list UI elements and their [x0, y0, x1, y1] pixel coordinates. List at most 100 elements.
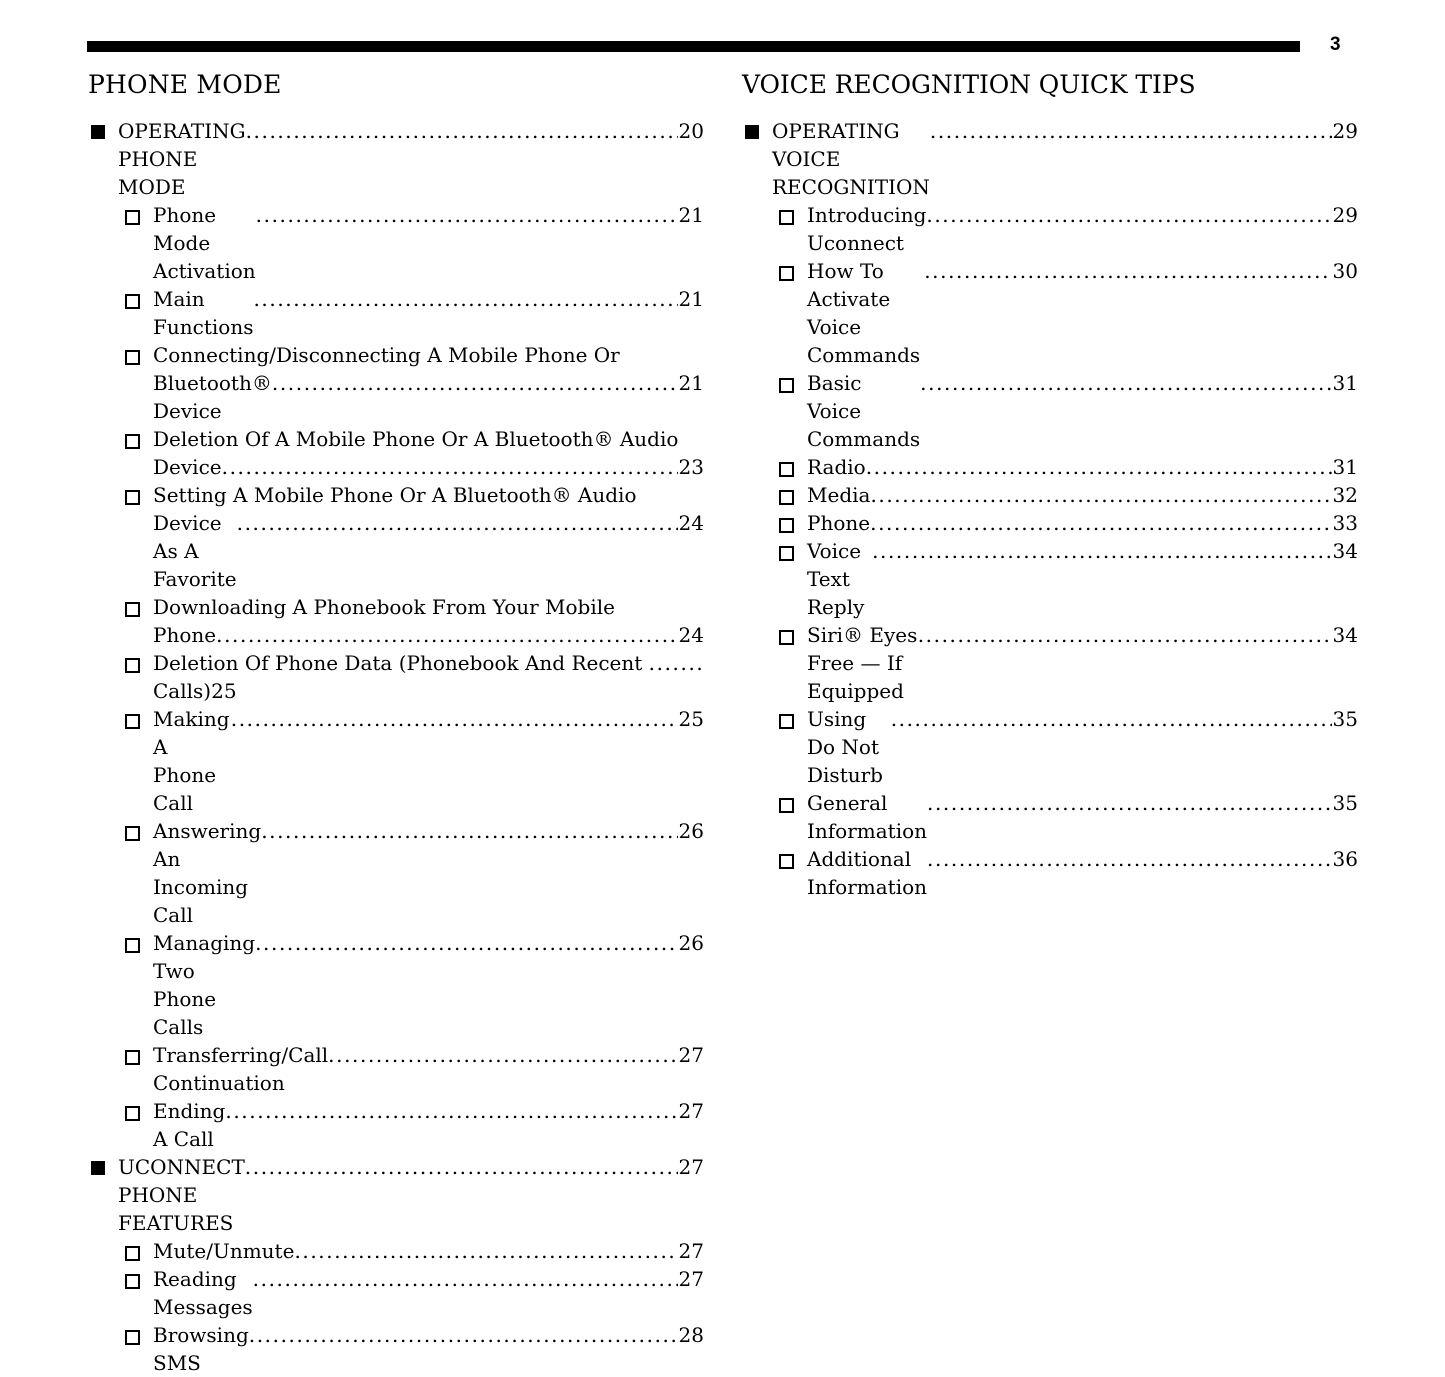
- toc-entry-page: 29: [1332, 203, 1358, 227]
- toc-list-voice-recognition: OPERATING VOICE RECOGNITION 29Introducin…: [742, 117, 1358, 901]
- toc-entry[interactable]: Making A Phone Call 25: [88, 705, 704, 817]
- toc-entry-page: 26: [678, 819, 704, 843]
- toc-entry-label: Setting A Mobile Phone Or A Bluetooth® A…: [153, 483, 637, 507]
- toc-entry[interactable]: UCONNECT PHONE FEATURES 27: [88, 1153, 704, 1237]
- toc-entry-page: 36: [1332, 847, 1358, 871]
- hollow-square-icon: [125, 1106, 140, 1121]
- toc-entry-page: 28: [678, 1323, 704, 1347]
- toc-entry-label: UCONNECT PHONE FEATURES: [118, 1155, 252, 1235]
- toc-entry-label: Media: [807, 483, 871, 507]
- toc-entry[interactable]: Radio 31: [742, 453, 1358, 481]
- toc-entry-page: 29: [1332, 119, 1358, 143]
- toc-entry[interactable]: Voice Text Reply 34: [742, 537, 1358, 621]
- toc-entry[interactable]: How To Activate Voice Commands 30: [742, 257, 1358, 369]
- toc-entry[interactable]: Deletion Of Phone Data (Phonebook And Re…: [88, 649, 704, 705]
- toc-entry[interactable]: Phone 33: [742, 509, 1358, 537]
- toc-entry-label-continued: Bluetooth® Device: [153, 371, 279, 423]
- toc-entry[interactable]: Downloading A Phonebook From Your Mobile…: [88, 593, 704, 649]
- toc-entry-page: 32: [1332, 483, 1358, 507]
- hollow-square-icon: [779, 210, 794, 225]
- toc-entry-label: Radio: [807, 455, 866, 479]
- toc-entry[interactable]: Phone Mode Activation 21: [88, 201, 704, 285]
- toc-entry-label: Voice Text Reply: [807, 539, 871, 619]
- dot-leader: [225, 1097, 677, 1125]
- page-header: 3: [0, 0, 1445, 70]
- filled-square-icon: [91, 1161, 105, 1175]
- toc-entry-label: Deletion Of Phone Data (Phonebook And Re…: [153, 651, 649, 675]
- toc-entry-page: 35: [1332, 707, 1358, 731]
- dot-leader: .......: [648, 651, 704, 675]
- toc-entry-page: 34: [1332, 539, 1358, 563]
- dot-leader: [237, 509, 678, 537]
- dot-leader: [246, 117, 678, 145]
- toc-entry-label: OPERATING PHONE MODE: [118, 119, 252, 199]
- dot-leader: [918, 621, 1332, 649]
- toc-entry[interactable]: Reading Messages 27: [88, 1265, 704, 1321]
- toc-entry-page: 27: [678, 1043, 704, 1067]
- toc-entry[interactable]: Transferring/Call Continuation 27: [88, 1041, 704, 1097]
- dot-leader: [870, 509, 1331, 537]
- toc-entry[interactable]: OPERATING VOICE RECOGNITION 29: [742, 117, 1358, 201]
- hollow-square-icon: [125, 826, 140, 841]
- toc-entry-label-continued: Device: [153, 455, 222, 479]
- dot-leader: [256, 201, 678, 229]
- dot-leader: [926, 201, 1331, 229]
- hollow-square-icon: [779, 854, 794, 869]
- toc-entry-page: 27: [678, 1155, 704, 1179]
- page-number: 3: [1330, 34, 1341, 55]
- filled-square-icon: [91, 125, 105, 139]
- hollow-square-icon: [779, 266, 794, 281]
- toc-entry[interactable]: Main Functions 21: [88, 285, 704, 341]
- toc-entry[interactable]: Answering An Incoming Call 26: [88, 817, 704, 929]
- toc-entry-label: General Information: [807, 791, 928, 843]
- toc-entry[interactable]: Mute/Unmute 27: [88, 1237, 704, 1265]
- toc-entry-label: Phone Mode Activation: [153, 203, 256, 283]
- dot-leader: [249, 1321, 678, 1349]
- header-rule: [87, 41, 1300, 52]
- toc-entry[interactable]: Browsing SMS 28: [88, 1321, 704, 1377]
- dot-leader: [245, 1153, 678, 1181]
- hollow-square-icon: [779, 630, 794, 645]
- toc-entry-label: Main Functions: [153, 287, 260, 339]
- toc-entry[interactable]: Ending A Call 27: [88, 1097, 704, 1153]
- toc-entry[interactable]: Additional Information 36: [742, 845, 1358, 901]
- toc-entry-label-continued: Device As A Favorite: [153, 511, 243, 591]
- hollow-square-icon: [125, 602, 140, 617]
- hollow-square-icon: [779, 378, 794, 393]
- dot-leader: [891, 705, 1332, 733]
- dot-leader: [216, 621, 677, 649]
- hollow-square-icon: [125, 1246, 140, 1261]
- dot-leader: [222, 453, 678, 481]
- toc-entry-label: Introducing Uconnect: [807, 203, 933, 255]
- hollow-square-icon: [779, 490, 794, 505]
- toc-entry[interactable]: Media 32: [742, 481, 1358, 509]
- toc-entry[interactable]: Basic Voice Commands 31: [742, 369, 1358, 453]
- toc-entry-page: 27: [678, 1239, 704, 1263]
- toc-entry-label-continued: Phone: [153, 623, 217, 647]
- toc-entry-page: 25: [678, 707, 704, 731]
- hollow-square-icon: [125, 490, 140, 505]
- toc-entry[interactable]: Introducing Uconnect 29: [742, 201, 1358, 257]
- toc-entry[interactable]: Using Do Not Disturb 35: [742, 705, 1358, 789]
- toc-entry-label: Additional Information: [807, 847, 928, 899]
- toc-entry-label: Browsing SMS: [153, 1323, 256, 1375]
- toc-entry-label: Basic Voice Commands: [807, 371, 921, 451]
- toc-entry[interactable]: Setting A Mobile Phone Or A Bluetooth® A…: [88, 481, 704, 593]
- toc-entry[interactable]: Siri® Eyes Free — If Equipped 34: [742, 621, 1358, 705]
- toc-entry[interactable]: OPERATING PHONE MODE 20: [88, 117, 704, 201]
- toc-entry-label: Managing Two Phone Calls: [153, 931, 262, 1039]
- toc-entry[interactable]: Connecting/Disconnecting A Mobile Phone …: [88, 341, 704, 425]
- toc-entry-page: 26: [678, 931, 704, 955]
- hollow-square-icon: [125, 350, 140, 365]
- toc-entry[interactable]: Managing Two Phone Calls 26: [88, 929, 704, 1041]
- toc-entry-label: Mute/Unmute: [153, 1239, 295, 1263]
- toc-entry[interactable]: General Information 35: [742, 789, 1358, 845]
- dot-leader: [927, 845, 1332, 873]
- toc-entry[interactable]: Deletion Of A Mobile Phone Or A Bluetoot…: [88, 425, 704, 481]
- dot-leader: [231, 705, 678, 733]
- hollow-square-icon: [125, 210, 140, 225]
- hollow-square-icon: [125, 1274, 140, 1289]
- dot-leader: [294, 1237, 677, 1265]
- dot-leader: [872, 537, 1331, 565]
- dot-leader: [924, 257, 1331, 285]
